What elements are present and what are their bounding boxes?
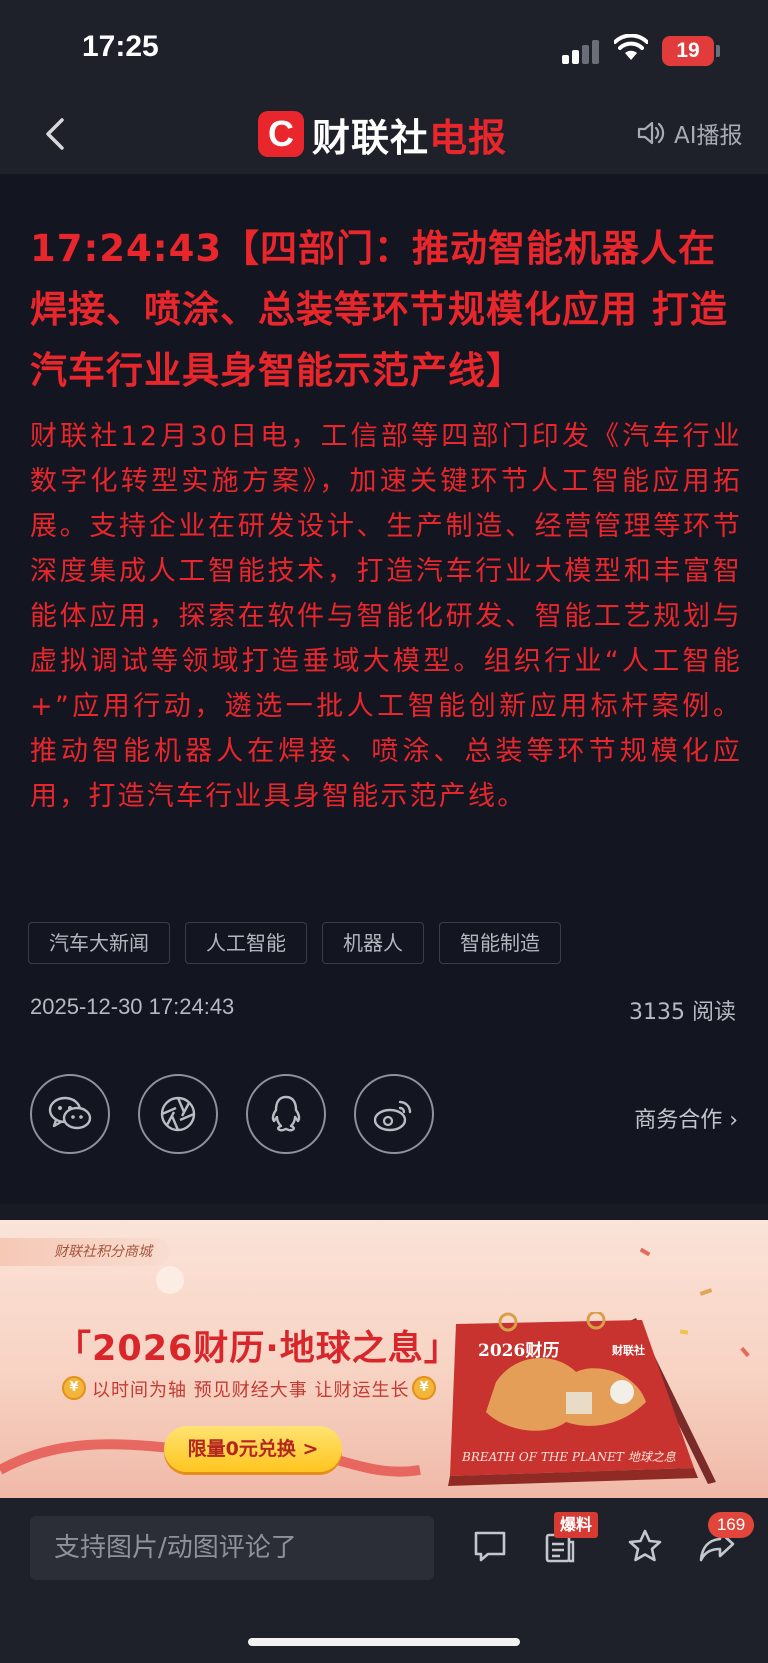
wechat-icon xyxy=(48,1096,92,1130)
calendar-caption: BREATH OF THE PLANET 地球之息 xyxy=(462,1450,676,1464)
status-time: 17:25 xyxy=(82,30,159,63)
share-weibo-button[interactable] xyxy=(354,1074,434,1154)
bottom-bar: 支持图片/动图评论了 爆料 169 xyxy=(0,1498,768,1663)
share-count-badge: 169 xyxy=(708,1512,754,1538)
article-body: 财联社12月30日电，工信部等四部门印发《汽车行业数字化转型实施方案》，加速关键… xyxy=(30,421,742,812)
tag-ai[interactable]: 人工智能 xyxy=(185,922,307,964)
report-badge: 爆料 xyxy=(554,1512,598,1538)
share-wechat-button[interactable] xyxy=(30,1074,110,1154)
tag-list: 汽车大新闻 人工智能 机器人 智能制造 xyxy=(28,922,576,964)
ai-broadcast-button[interactable]: AI播报 xyxy=(636,116,743,150)
promo-banner[interactable]: 财联社积分商城 「2026财历·地球之息」来了 ¥ 以时间为轴 预见财经大事 让… xyxy=(0,1220,768,1498)
comment-input[interactable]: 支持图片/动图评论了 xyxy=(30,1516,434,1580)
read-count: 3135 阅读 xyxy=(629,1000,736,1025)
logo-text: 财联社 xyxy=(312,115,430,160)
tag-robot[interactable]: 机器人 xyxy=(322,922,424,964)
coin-icon-left: ¥ xyxy=(62,1376,86,1400)
home-indicator xyxy=(248,1638,520,1646)
cellular-signal-icon xyxy=(562,38,600,64)
weibo-icon xyxy=(373,1100,412,1132)
share-row xyxy=(30,1074,462,1154)
tag-auto-news[interactable]: 汽车大新闻 xyxy=(28,922,170,964)
logo-text-red: 电报 xyxy=(429,115,508,160)
banner-subtitle-row: ¥ 以时间为轴 预见财经大事 让财运生长 ¥ xyxy=(62,1374,442,1404)
speaker-icon xyxy=(637,121,665,145)
battery-indicator: 19 xyxy=(662,36,714,66)
moments-aperture-icon xyxy=(160,1096,196,1132)
business-cooperation-link[interactable]: 商务合作 › xyxy=(634,1102,738,1134)
article-headline: 17:24:43【四部门：推动智能机器人在焊接、喷涂、总装等环节规模化应用 打造… xyxy=(30,227,728,392)
calendar-brand: 财联社 xyxy=(612,1344,645,1357)
cls-telegraph-logo: C 财联社 电报 xyxy=(258,108,507,160)
back-arrow-icon[interactable] xyxy=(34,112,78,156)
publish-date: 2025-12-30 17:24:43 xyxy=(30,994,235,1019)
battery-tip xyxy=(716,45,720,57)
qq-penguin-icon xyxy=(271,1095,301,1132)
article: 17:24:43【四部门：推动智能机器人在焊接、喷涂、总装等环节规模化应用 打造… xyxy=(0,174,768,1204)
calendar-title: 2026财历 xyxy=(478,1341,560,1361)
tag-smart-manufacturing[interactable]: 智能制造 xyxy=(439,922,561,964)
nav-bar: C 财联社 电报 AI播报 xyxy=(0,96,768,174)
favorite-star-icon[interactable] xyxy=(626,1528,664,1564)
coin-icon-right: ¥ xyxy=(412,1376,436,1400)
share-moments-button[interactable] xyxy=(138,1074,218,1154)
status-bar: 17:25 19 xyxy=(0,0,768,96)
banner-subtitle: 以时间为轴 预见财经大事 让财运生长 xyxy=(92,1380,410,1401)
share-qq-button[interactable] xyxy=(246,1074,326,1154)
logo-mark: C xyxy=(258,111,304,157)
comment-icon[interactable] xyxy=(472,1528,508,1564)
redeem-button[interactable]: 限量0元兑换 > xyxy=(164,1426,342,1472)
ai-broadcast-label: AI播报 xyxy=(674,123,743,149)
wifi-icon xyxy=(614,34,648,60)
